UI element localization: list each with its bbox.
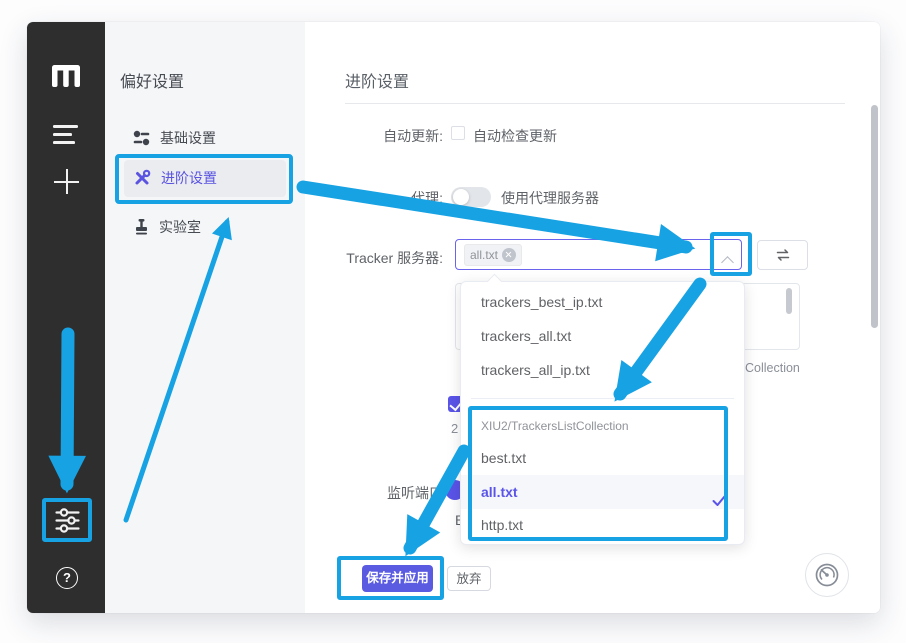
refresh-icon [775, 248, 791, 262]
annotation-box-settings-icon [42, 498, 92, 542]
sync-trackers-button[interactable] [757, 240, 808, 270]
app-window: 偏好设置 基础设置 进阶设置 [27, 22, 880, 613]
discard-button[interactable]: 放弃 [447, 566, 491, 591]
motrix-logo-icon [51, 64, 81, 92]
trackerslist-credit-fragment: Collection [745, 361, 800, 375]
textarea-scrollbar[interactable] [786, 288, 792, 314]
toggles-icon [133, 130, 150, 146]
auto-update-checkbox[interactable] [451, 126, 465, 140]
tracker-select-input[interactable]: all.txt [455, 239, 742, 270]
auto-update-label: 自动更新: [227, 126, 443, 146]
stamp-icon [134, 219, 149, 235]
sync-interval-text-fragment: 2 [451, 421, 458, 436]
task-list-icon[interactable] [53, 125, 79, 144]
dropdown-option[interactable]: trackers_all.txt [461, 319, 744, 353]
proxy-toggle[interactable] [451, 187, 491, 207]
speed-limit-button[interactable] [805, 553, 849, 597]
listen-port-label: 监听端口 [227, 483, 443, 503]
speedometer-icon [814, 562, 840, 588]
sidebar-item-label: 基础设置 [160, 128, 216, 148]
sidebar-item-basic-settings[interactable]: 基础设置 [133, 128, 216, 148]
preferences-panel: 偏好设置 基础设置 进阶设置 [105, 22, 305, 613]
tracker-server-label: Tracker 服务器: [227, 248, 443, 268]
add-task-icon[interactable] [54, 169, 79, 194]
selected-tracker-tag: all.txt [464, 244, 522, 266]
title-divider [345, 103, 845, 104]
annotation-box-save-button [337, 556, 444, 600]
sidebar-item-label: 实验室 [159, 217, 201, 237]
page-title: 进阶设置 [345, 68, 409, 92]
sidebar-item-lab[interactable]: 实验室 [134, 217, 201, 237]
help-icon[interactable] [56, 567, 78, 589]
annotation-box-collapse-button [710, 232, 752, 276]
dropdown-option[interactable]: trackers_best_ip.txt [461, 285, 744, 319]
proxy-toggle-label: 使用代理服务器 [501, 188, 599, 208]
dropdown-option[interactable]: trackers_all_ip.txt [461, 353, 744, 387]
annotation-box-dropdown-group [468, 406, 728, 541]
tag-remove-icon[interactable] [502, 248, 516, 262]
dropdown-group-divider [471, 398, 734, 399]
annotation-box-advanced-item [115, 154, 293, 204]
preferences-title: 偏好设置 [120, 68, 184, 92]
tag-label: all.txt [470, 248, 498, 262]
vertical-scrollbar[interactable] [871, 105, 878, 328]
auto-update-checkbox-label[interactable]: 自动检查更新 [473, 126, 557, 146]
